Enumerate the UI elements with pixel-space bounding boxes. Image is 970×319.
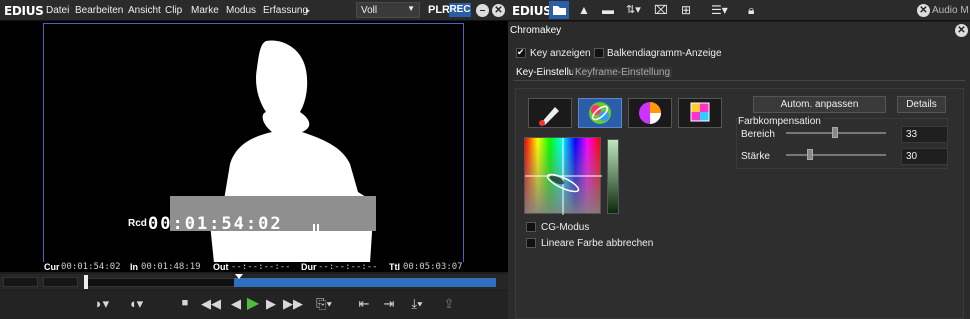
menu-modus[interactable]: Modus [226, 5, 256, 16]
ttl-value: 00:05:03:07 [403, 262, 463, 272]
trash-icon[interactable]: ⌧ [654, 3, 668, 17]
next-edit-icon[interactable]: ⇥ [380, 296, 398, 312]
rcd-label: Rcd [128, 218, 147, 229]
staerke-label: Stärke [741, 151, 770, 162]
insert-icon[interactable]: ⤓▾ [408, 296, 426, 312]
staerke-slider-track[interactable] [786, 154, 886, 156]
cur-value: 00:01:54:02 [61, 262, 121, 272]
transport-controls: ◗▾ ◖▾ ■ ◀◀ ◀ ▶ ▶ ▶▶ ⎘▾ ⇤ ⇥ ⤓▾ ⇪ [0, 291, 508, 319]
color-wheel-segment-icon [639, 102, 661, 124]
details-button[interactable]: Details [897, 96, 946, 113]
eyedropper-icon [539, 107, 559, 126]
staerke-value-field[interactable]: 30 [901, 148, 948, 165]
preview-monitor[interactable]: Rcd 00:01:54:02 [0, 21, 508, 272]
scrub-box-right[interactable] [43, 277, 78, 287]
playhead-handle[interactable] [84, 275, 88, 289]
edius-logo: EDIUS [4, 4, 44, 18]
pan-icon[interactable]: ⇅▾ [626, 3, 641, 16]
tab-keyframe-einstellung[interactable]: Keyframe-Einstellung [573, 67, 673, 78]
color-wheel-ellipse-icon [589, 102, 611, 124]
rewind-icon[interactable]: ◀◀ [201, 296, 221, 312]
dur-value: --:--:--:-- [318, 262, 378, 272]
minimize-icon[interactable]: – [476, 4, 489, 17]
panel-close-icon[interactable]: ✕ [955, 24, 968, 37]
set-in-icon[interactable]: ◗▾ [93, 296, 111, 312]
brightness-bar[interactable] [607, 139, 619, 214]
balkendiagramm-checkbox[interactable] [594, 48, 604, 58]
loop-icon[interactable]: ⎘▾ [315, 296, 333, 312]
lineare-farbe-checkbox[interactable] [526, 238, 536, 248]
out-value: --:--:--:-- [231, 262, 291, 272]
lineare-farbe-label: Lineare Farbe abbrechen [541, 238, 654, 249]
menu-datei[interactable]: Datei [46, 5, 69, 16]
cg-modus-checkbox[interactable] [526, 222, 536, 232]
bereich-value-field[interactable]: 33 [901, 126, 948, 143]
bereich-slider-thumb[interactable] [832, 127, 838, 138]
farbkompensation-label: Farbkompensation [738, 116, 823, 127]
chroma-selection-graph[interactable] [524, 137, 602, 215]
hue-ellipse-tool[interactable] [578, 98, 622, 128]
dur-label: Dur [301, 262, 317, 272]
staerke-slider-thumb[interactable] [807, 149, 813, 160]
cg-modus-label: CG-Modus [541, 222, 590, 233]
menu-bearbeiten[interactable]: Bearbeiten [75, 5, 123, 16]
list-view-icon[interactable]: ☰▾ [711, 3, 728, 17]
step-forward-icon[interactable]: ▶ [262, 296, 280, 312]
cur-label: Cur [44, 262, 60, 272]
pause-icon [313, 224, 319, 233]
balkendiagramm-label: Balkendiagramm-Anzeige [607, 48, 722, 59]
marker-triangle-icon[interactable] [235, 274, 243, 279]
ttl-label: Ttl [389, 262, 400, 272]
menu-clip[interactable]: Clip [165, 5, 182, 16]
rec-indicator[interactable]: REC [449, 3, 471, 17]
close-bin-icon[interactable]: ✕ [917, 4, 930, 17]
set-out-icon[interactable]: ◖▾ [127, 296, 145, 312]
key-anzeigen-label: Key anzeigen [530, 48, 591, 59]
prev-edit-icon[interactable]: ⇤ [355, 296, 373, 312]
edius-logo-right: EDIUS [512, 4, 552, 18]
autom-anpassen-button[interactable]: Autom. anpassen [753, 96, 886, 113]
in-value: 00:01:48:19 [141, 262, 201, 272]
color-square-icon [690, 102, 710, 122]
audio-mixer-label[interactable]: Audio M [932, 5, 969, 16]
chevron-down-icon: ▼ [407, 4, 415, 13]
overwrite-icon[interactable]: ⇪ [440, 296, 458, 312]
step-back-icon[interactable]: ◀ [227, 296, 245, 312]
warning-icon[interactable]: ▲ [578, 3, 590, 17]
menu-more-arrow[interactable]: ▸ [306, 6, 310, 15]
out-label: Out [213, 262, 229, 272]
eyedropper-tool[interactable] [528, 98, 572, 128]
hue-segment-tool[interactable] [628, 98, 672, 128]
record-timecode: 00:01:54:02 [148, 214, 283, 234]
fast-forward-icon[interactable]: ▶▶ [283, 296, 303, 312]
menu-erfassung[interactable]: Erfassung [263, 5, 308, 16]
grid-icon[interactable]: ⊞ [681, 3, 691, 17]
scrub-bar[interactable] [0, 274, 508, 290]
play-icon[interactable]: ▶ [244, 293, 262, 313]
panel-title: Chromakey [510, 25, 562, 36]
player-menu-bar: EDIUS Datei Bearbeiten Ansicht Clip Mark… [0, 0, 508, 21]
in-out-range[interactable] [234, 278, 496, 287]
close-icon[interactable]: ✕ [492, 4, 505, 17]
palette-icon[interactable]: ▬ [602, 3, 614, 17]
bereich-label: Bereich [741, 129, 775, 140]
menu-ansicht[interactable]: Ansicht [128, 5, 161, 16]
in-label: In [130, 262, 138, 272]
menu-marke[interactable]: Marke [191, 5, 219, 16]
scrub-box-left[interactable] [3, 277, 38, 287]
stop-icon[interactable]: ■ [176, 297, 194, 309]
folder-icon[interactable] [549, 1, 569, 19]
timecode-readout-row: Cur 00:01:54:02 In 00:01:48:19 Out --:--… [0, 262, 508, 272]
view-mode-select[interactable]: Voll ▼ [356, 2, 420, 18]
plr-indicator[interactable]: PLR [428, 4, 450, 16]
key-anzeigen-checkbox[interactable] [516, 47, 526, 58]
lock-icon[interactable]: 🔒︎ [748, 3, 754, 18]
view-mode-value: Voll [361, 5, 378, 16]
color-square-tool[interactable] [678, 98, 722, 128]
